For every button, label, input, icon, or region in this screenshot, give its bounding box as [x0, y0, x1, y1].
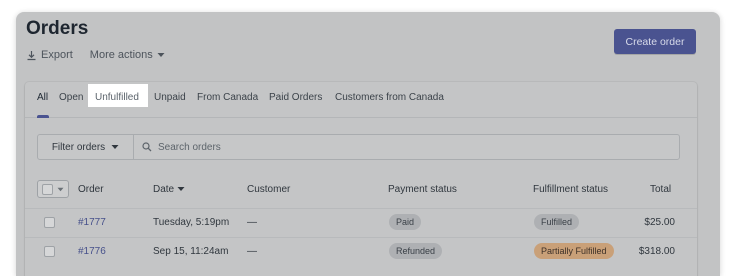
active-tab-indicator: [37, 115, 49, 118]
caret-down-icon: [111, 144, 119, 150]
tab-all[interactable]: All: [37, 92, 48, 103]
more-actions-label: More actions: [89, 49, 153, 61]
tab-unfulfilled[interactable]: Unfulfilled: [95, 92, 139, 103]
download-icon: [26, 50, 37, 61]
order-customer: —: [247, 217, 257, 228]
table-header: Order Date Customer Payment status Fulfi…: [25, 174, 697, 204]
filter-orders-button[interactable]: Filter orders: [38, 135, 134, 159]
orders-page: Orders Export More actions Create order …: [16, 12, 720, 276]
secondary-actions: Export More actions: [26, 49, 165, 61]
tab-paid-orders[interactable]: Paid Orders: [269, 92, 322, 103]
order-link[interactable]: #1776: [78, 246, 106, 257]
caret-down-icon: [57, 187, 64, 192]
order-link[interactable]: #1777: [78, 217, 106, 228]
filter-bar: Filter orders: [37, 134, 680, 160]
tab-unpaid[interactable]: Unpaid: [154, 92, 186, 103]
tab-open[interactable]: Open: [59, 92, 83, 103]
tab-bar: All Open Unfulfilled Unpaid From Canada …: [25, 82, 697, 118]
column-date-label: Date: [153, 184, 175, 195]
tab-from-canada[interactable]: From Canada: [197, 92, 258, 103]
row-checkbox[interactable]: [44, 246, 55, 257]
column-fulfillment-status[interactable]: Fulfillment status: [533, 184, 608, 195]
bulk-select[interactable]: [37, 180, 69, 198]
fulfillment-status-badge: Partially Fulfilled: [534, 243, 614, 259]
column-total[interactable]: Total: [650, 184, 671, 195]
row-checkbox[interactable]: [44, 217, 55, 228]
search-input[interactable]: [158, 141, 558, 153]
order-total: $25.00: [644, 217, 675, 228]
create-order-button[interactable]: Create order: [614, 29, 696, 54]
order-customer: —: [247, 246, 257, 257]
order-date: Tuesday, 5:19pm: [153, 217, 230, 228]
fulfillment-status-badge: Fulfilled: [534, 214, 580, 230]
orders-card: All Open Unfulfilled Unpaid From Canada …: [25, 82, 697, 276]
caret-down-icon: [157, 52, 165, 58]
order-total: $318.00: [638, 246, 675, 257]
column-date[interactable]: Date: [153, 184, 185, 195]
page-title: Orders: [26, 18, 89, 39]
export-button[interactable]: Export: [26, 49, 73, 61]
payment-status-badge: Refunded: [389, 243, 443, 259]
tab-customers-from-canada[interactable]: Customers from Canada: [335, 92, 444, 103]
column-order[interactable]: Order: [78, 184, 104, 195]
more-actions-button[interactable]: More actions: [90, 49, 165, 61]
column-payment-status[interactable]: Payment status: [388, 184, 457, 195]
filter-orders-label: Filter orders: [51, 141, 106, 153]
caret-down-icon: [177, 186, 185, 192]
search-field: [134, 135, 679, 159]
select-all-checkbox[interactable]: [42, 183, 53, 195]
table-row[interactable]: #1776 Sep 15, 11:24am — Refunded Partial…: [25, 237, 697, 266]
order-date: Sep 15, 11:24am: [153, 246, 229, 257]
column-customer[interactable]: Customer: [247, 184, 290, 195]
export-label: Export: [41, 49, 73, 61]
table-row[interactable]: #1777 Tuesday, 5:19pm — Paid Fulfilled $…: [25, 208, 697, 237]
search-icon: [142, 142, 152, 152]
payment-status-badge: Paid: [389, 214, 422, 230]
